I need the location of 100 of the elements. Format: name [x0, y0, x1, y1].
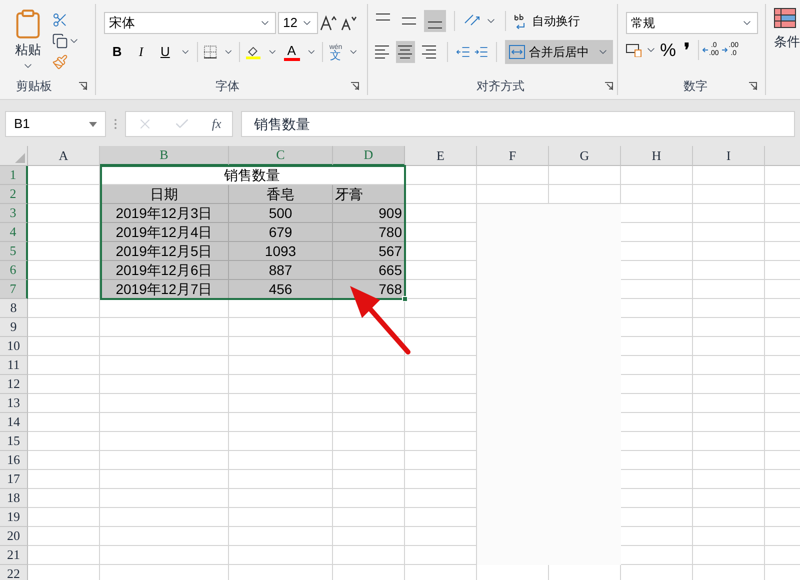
row-header[interactable]: 6 — [0, 261, 28, 280]
align-top-icon — [375, 13, 391, 21]
font-color-button[interactable]: A — [284, 44, 300, 60]
row-header[interactable]: 15 — [0, 432, 28, 451]
increase-indent-icon[interactable] — [474, 45, 488, 59]
table-cell[interactable]: 2019年12月4日 — [100, 223, 229, 242]
table-cell[interactable]: 2019年12月7日 — [100, 280, 229, 299]
table-cell[interactable]: 665 — [333, 261, 405, 280]
row-header[interactable]: 20 — [0, 527, 28, 546]
select-all-icon[interactable] — [15, 153, 25, 163]
formula-field[interactable]: 销售数量 — [241, 111, 795, 137]
table-cell[interactable]: 780 — [333, 223, 405, 242]
column-header[interactable]: A — [28, 146, 100, 166]
scissors-icon[interactable] — [52, 12, 68, 28]
drag-handle-icon[interactable] — [114, 118, 117, 130]
group-label: 字体 — [216, 78, 240, 95]
paintbrush-icon[interactable] — [52, 54, 68, 70]
font-name-field[interactable]: 宋体 — [104, 12, 276, 34]
dialog-launcher-icon[interactable] — [749, 82, 757, 90]
row-header[interactable]: 9 — [0, 318, 28, 337]
comma-button[interactable]: ❜ — [679, 41, 696, 59]
table-cell[interactable]: 1093 — [229, 242, 333, 261]
merge-icon — [508, 45, 525, 59]
group-label: 对齐方式 — [476, 78, 524, 95]
percent-button[interactable]: % — [660, 41, 676, 59]
fill-color-icon[interactable] — [246, 44, 261, 60]
row-header[interactable]: 5 — [0, 242, 28, 261]
row-header[interactable]: 17 — [0, 470, 28, 489]
name-box[interactable]: B1 — [5, 111, 106, 137]
align-right-icon — [420, 45, 437, 59]
fill-handle[interactable] — [402, 296, 408, 302]
underline-button[interactable]: U — [156, 42, 174, 62]
row-header[interactable]: 8 — [0, 299, 28, 318]
copy-icon[interactable] — [52, 33, 68, 49]
row-header[interactable]: 1 — [0, 166, 28, 185]
row-header[interactable]: 3 — [0, 204, 28, 223]
currency-icon[interactable] — [626, 43, 642, 57]
vertical-align-button[interactable] — [424, 10, 446, 32]
align-center-icon — [397, 45, 414, 59]
borders-icon[interactable] — [204, 45, 217, 59]
row-header[interactable]: 18 — [0, 489, 28, 508]
column-header[interactable]: G — [549, 146, 621, 166]
table-cell[interactable]: 909 — [333, 204, 405, 223]
conditional-format-icon[interactable] — [774, 8, 796, 28]
column-header[interactable]: D — [333, 146, 405, 166]
decrease-indent-icon[interactable] — [456, 45, 470, 59]
horizontal-align-button[interactable] — [396, 41, 416, 63]
row-header[interactable]: 10 — [0, 337, 28, 356]
column-heading-cell[interactable]: 日期 — [100, 185, 229, 204]
column-header[interactable]: F — [477, 146, 549, 166]
row-header[interactable]: 4 — [0, 223, 28, 242]
row-header[interactable]: 14 — [0, 413, 28, 432]
align-bottom-icon — [427, 21, 443, 29]
font-size-field[interactable]: 12 — [278, 12, 318, 34]
table-cell[interactable]: 2019年12月6日 — [100, 261, 229, 280]
row-header[interactable]: 22 — [0, 565, 28, 580]
column-header[interactable] — [765, 146, 800, 166]
table-cell[interactable]: 2019年12月5日 — [100, 242, 229, 261]
row-header[interactable]: 19 — [0, 508, 28, 527]
paste-button[interactable]: 粘贴 — [12, 8, 44, 77]
dialog-launcher-icon[interactable] — [79, 82, 87, 90]
column-header[interactable]: I — [693, 146, 765, 166]
wrap-text-button[interactable]: 自动换行 — [514, 12, 580, 30]
right-arrow-icon — [722, 47, 728, 53]
row-header[interactable]: 2 — [0, 185, 28, 204]
dialog-launcher-icon[interactable] — [605, 82, 613, 90]
column-header[interactable]: H — [621, 146, 693, 166]
conditional-format-label[interactable]: 条件 — [774, 32, 800, 52]
group-label: 数字 — [684, 78, 708, 95]
row-header[interactable]: 12 — [0, 375, 28, 394]
dropdown-icon — [89, 122, 97, 126]
grow-font-icon[interactable] — [320, 15, 338, 31]
column-heading-cell[interactable]: 牙膏 — [333, 185, 405, 204]
column-header[interactable]: E — [405, 146, 477, 166]
group-label: 剪贴板 — [16, 78, 52, 95]
merge-center-button[interactable]: 合并后居中 — [504, 40, 613, 64]
row-header[interactable]: 21 — [0, 546, 28, 565]
bold-button[interactable]: B — [108, 42, 126, 62]
row-header[interactable]: 11 — [0, 356, 28, 375]
table-cell[interactable]: 456 — [229, 280, 333, 299]
dialog-launcher-icon[interactable] — [351, 82, 359, 90]
table-cell[interactable]: 679 — [229, 223, 333, 242]
row-header[interactable]: 16 — [0, 451, 28, 470]
table-title-cell[interactable]: 销售数量 — [100, 166, 405, 185]
row-header[interactable]: 7 — [0, 280, 28, 299]
table-cell[interactable]: 567 — [333, 242, 405, 261]
row-header[interactable]: 13 — [0, 394, 28, 413]
table-cell[interactable]: 887 — [229, 261, 333, 280]
table-cell[interactable]: 500 — [229, 204, 333, 223]
align-middle-icon — [401, 17, 417, 25]
insert-function-button[interactable]: fx — [212, 114, 222, 134]
number-format-field[interactable]: 常规 — [626, 12, 758, 34]
left-arrow-icon — [702, 47, 708, 53]
column-header[interactable]: C — [229, 146, 333, 166]
table-cell[interactable]: 2019年12月3日 — [100, 204, 229, 223]
column-heading-cell[interactable]: 香皂 — [229, 185, 333, 204]
shrink-font-icon[interactable] — [340, 15, 358, 31]
align-left-icon — [374, 45, 390, 59]
italic-button[interactable]: I — [132, 42, 150, 62]
column-header[interactable]: B — [100, 146, 229, 166]
